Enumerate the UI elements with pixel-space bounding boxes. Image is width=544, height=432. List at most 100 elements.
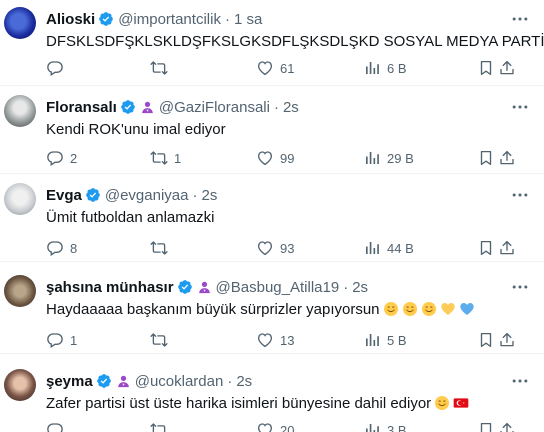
user-handle[interactable]: @evganiyaa	[105, 187, 189, 204]
view-count: 29 B	[387, 150, 414, 166]
more-dots-icon[interactable]	[510, 277, 530, 297]
reply-count: 8	[70, 240, 78, 256]
display-name[interactable]: Alioski	[46, 11, 95, 28]
verified-badge-icon	[85, 187, 101, 203]
reply-button[interactable]	[46, 420, 70, 432]
tweet-text-content: Kendi ROK'unu imal ediyor	[46, 121, 226, 138]
bookmark-button[interactable]	[477, 420, 495, 432]
like-button[interactable]: 20	[256, 420, 294, 432]
timestamp[interactable]: 2s	[352, 279, 368, 296]
tweet-card[interactable]: şeyma @ucoklardan · 2s Zafer partisi üst…	[0, 362, 544, 432]
like-button[interactable]: 99	[256, 148, 294, 168]
share-button[interactable]	[498, 330, 516, 350]
like-count: 20	[280, 422, 295, 432]
avatar[interactable]	[4, 7, 36, 39]
separator-dot: ·	[192, 186, 198, 204]
reply-count: 2	[70, 150, 78, 166]
retweet-button[interactable]	[150, 238, 174, 258]
more-dots-icon[interactable]	[510, 9, 530, 29]
display-name[interactable]: şeyma	[46, 373, 93, 390]
tweet-text-content: DFSKLSDFŞKLSKLDŞFKSLGKSDFLŞKSDLŞKD SOSYA…	[46, 33, 544, 50]
share-icon	[498, 421, 516, 432]
avatar[interactable]	[4, 95, 36, 127]
views-icon	[363, 331, 381, 349]
share-button[interactable]	[498, 420, 516, 432]
heart-icon	[256, 421, 274, 432]
heart-icon	[256, 59, 274, 77]
retweet-button[interactable]	[150, 58, 174, 78]
more-dots-icon[interactable]	[510, 371, 530, 391]
action-bar: 61 6 B	[46, 58, 534, 78]
tweet-text: Haydaaaaa başkanım büyük sürprizler yapı…	[46, 300, 524, 320]
avatar[interactable]	[4, 369, 36, 401]
timestamp[interactable]: 2s	[201, 187, 217, 204]
tweet-header: şeyma @ucoklardan · 2s	[46, 371, 504, 391]
verified-badge-icon	[96, 373, 112, 389]
tweet-card[interactable]: Floransalı @GaziFloransali · 2s Kendi RO…	[0, 88, 544, 174]
tweet-text: Zafer partisi üst üste harika isimleri b…	[46, 394, 524, 414]
reply-icon	[46, 59, 64, 77]
retweet-button[interactable]	[150, 330, 174, 350]
like-button[interactable]: 93	[256, 238, 294, 258]
avatar[interactable]	[4, 275, 36, 307]
timestamp[interactable]: 2s	[283, 99, 299, 116]
display-name[interactable]: Floransalı	[46, 99, 117, 116]
separator-dot: ·	[227, 372, 233, 390]
user-handle[interactable]: @ucoklardan	[135, 373, 224, 390]
reply-button[interactable]: 2	[46, 148, 77, 168]
tweet-text: DFSKLSDFŞKLSKLDŞFKSLGKSDFLŞKSDLŞKD SOSYA…	[46, 32, 544, 52]
view-count: 6 B	[387, 60, 407, 76]
more-dots-icon[interactable]	[510, 97, 530, 117]
views-button[interactable]: 6 B	[363, 58, 407, 78]
bookmark-button[interactable]	[477, 238, 495, 258]
tweet-card[interactable]: Evga @evganiyaa · 2s Ümit futboldan anla…	[0, 176, 544, 262]
share-button[interactable]	[498, 58, 516, 78]
share-button[interactable]	[498, 148, 516, 168]
like-count: 13	[280, 332, 295, 348]
user-handle[interactable]: @importantcilik	[118, 11, 221, 28]
share-button[interactable]	[498, 238, 516, 258]
views-button[interactable]: 5 B	[363, 330, 407, 350]
timestamp[interactable]: 2s	[236, 373, 252, 390]
views-button[interactable]: 44 B	[363, 238, 414, 258]
reply-button[interactable]	[46, 58, 70, 78]
reply-icon	[46, 331, 64, 349]
tweet-card[interactable]: şahsına münhasır @Basbug_Atilla19 · 2s H…	[0, 268, 544, 354]
retweet-icon	[150, 149, 168, 167]
retweet-icon	[150, 239, 168, 257]
bookmark-icon	[477, 421, 495, 432]
verified-badge-icon	[98, 11, 114, 27]
user-handle[interactable]: @GaziFloransali	[159, 99, 270, 116]
reply-button[interactable]: 1	[46, 330, 77, 350]
share-icon	[498, 331, 516, 349]
tweet-text-content: Ümit futboldan anlamazki	[46, 209, 215, 226]
avatar[interactable]	[4, 183, 36, 215]
views-button[interactable]: 3 B	[363, 420, 407, 432]
turkey-flag-emoji	[453, 395, 469, 411]
timestamp[interactable]: 1 sa	[234, 11, 262, 28]
display-name[interactable]: Evga	[46, 187, 82, 204]
bookmark-button[interactable]	[477, 58, 495, 78]
display-name[interactable]: şahsına münhasır	[46, 279, 174, 296]
like-button[interactable]: 13	[256, 330, 294, 350]
tweet-header: şahsına münhasır @Basbug_Atilla19 · 2s	[46, 277, 504, 297]
bookmark-button[interactable]	[477, 330, 495, 350]
user-handle[interactable]: @Basbug_Atilla19	[216, 279, 340, 296]
reply-icon	[46, 421, 64, 432]
retweet-icon	[150, 59, 168, 77]
reply-button[interactable]: 8	[46, 238, 77, 258]
tweet-card[interactable]: Alioski @importantcilik · 1 sa DFSKLSDFŞ…	[0, 0, 544, 86]
share-icon	[498, 149, 516, 167]
tweet-header: Alioski @importantcilik · 1 sa	[46, 9, 504, 29]
views-button[interactable]: 29 B	[363, 148, 414, 168]
timeline-feed: Alioski @importantcilik · 1 sa DFSKLSDFŞ…	[0, 0, 544, 432]
retweet-button[interactable]	[150, 420, 174, 432]
bookmark-icon	[477, 239, 495, 257]
bookmark-button[interactable]	[477, 148, 495, 168]
like-button[interactable]: 61	[256, 58, 294, 78]
like-count: 61	[280, 60, 295, 76]
more-dots-icon[interactable]	[510, 185, 530, 205]
separator-dot: ·	[273, 98, 279, 116]
tweet-text-content: Zafer partisi üst üste harika isimleri b…	[46, 395, 432, 412]
retweet-button[interactable]: 1	[150, 148, 181, 168]
